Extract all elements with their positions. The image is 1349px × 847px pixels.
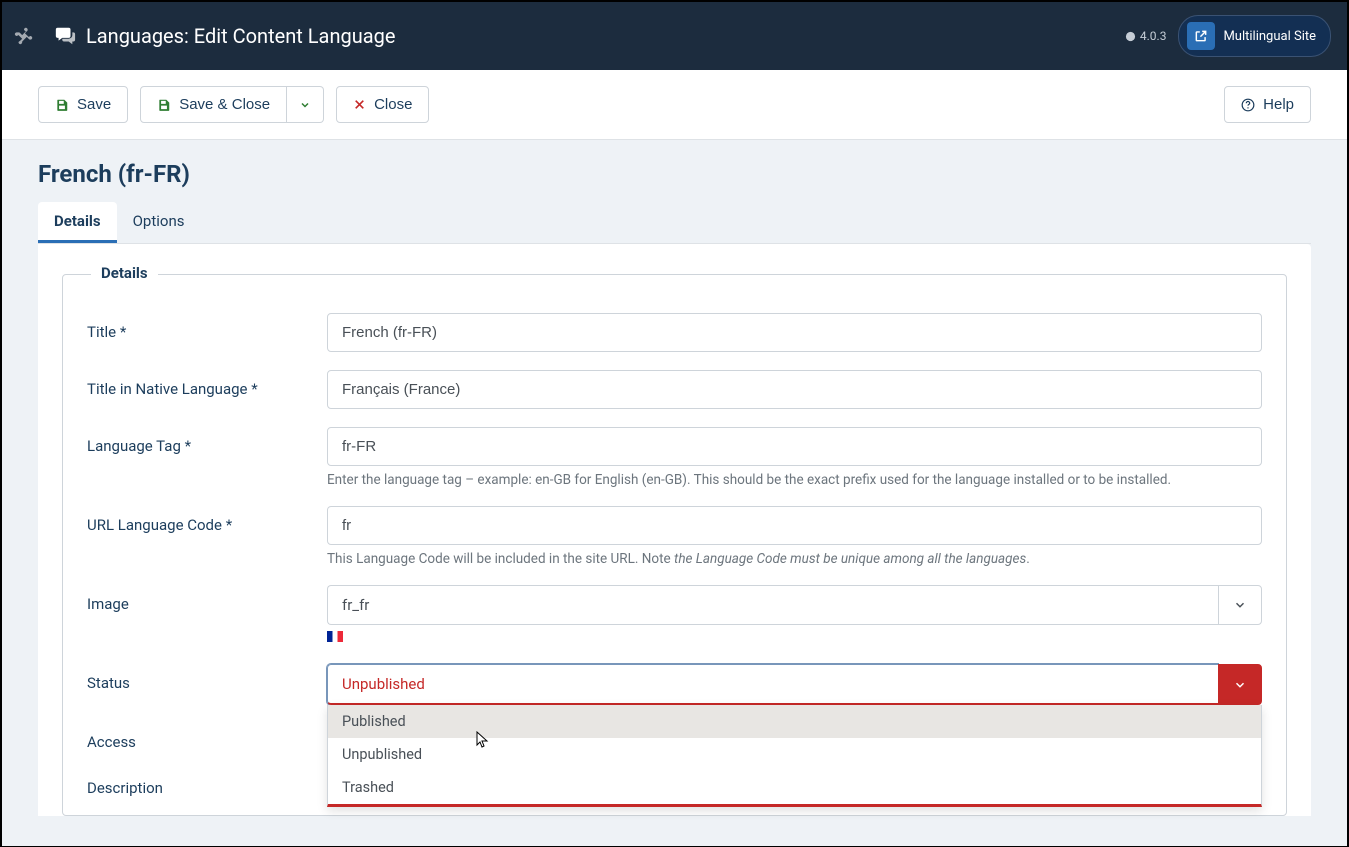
chevron-down-icon xyxy=(1218,664,1262,705)
label-image: Image xyxy=(87,585,327,613)
label-tag: Language Tag * xyxy=(87,427,327,455)
label-description: Description xyxy=(87,769,327,797)
external-link-icon xyxy=(1187,22,1215,50)
save-close-button[interactable]: Save & Close xyxy=(140,86,287,123)
header-title: Languages: Edit Content Language xyxy=(86,24,395,48)
label-title: Title * xyxy=(87,313,327,341)
label-urlcode: URL Language Code * xyxy=(87,506,327,534)
status-option-trashed[interactable]: Trashed xyxy=(328,771,1261,804)
page-title: French (fr-FR) xyxy=(38,160,1311,188)
native-input[interactable] xyxy=(327,370,1262,409)
urlcode-input[interactable] xyxy=(327,506,1262,545)
question-icon xyxy=(1241,98,1255,112)
image-select[interactable]: fr_fr xyxy=(327,585,1262,625)
label-status: Status xyxy=(87,664,327,692)
save-icon xyxy=(157,98,171,112)
close-icon xyxy=(353,98,366,111)
joomla-logo[interactable] xyxy=(2,2,46,70)
app-header: Languages: Edit Content Language 4.0.3 M… xyxy=(2,2,1347,70)
status-dropdown-menu: Published Unpublished Trashed xyxy=(327,705,1262,807)
urlcode-help: This Language Code will be included in t… xyxy=(327,551,1262,567)
tag-help: Enter the language tag – example: en-GB … xyxy=(327,472,1262,488)
label-access: Access xyxy=(87,723,327,751)
toolbar: Save Save & Close Close Help xyxy=(2,70,1347,140)
title-input[interactable] xyxy=(327,313,1262,352)
save-button[interactable]: Save xyxy=(38,86,128,123)
version-badge: 4.0.3 xyxy=(1125,29,1167,43)
status-select[interactable]: Unpublished xyxy=(327,664,1262,705)
flag-icon xyxy=(327,631,343,642)
tab-options[interactable]: Options xyxy=(117,202,201,243)
comments-icon xyxy=(54,25,76,47)
tag-input[interactable] xyxy=(327,427,1262,466)
chevron-down-icon xyxy=(299,99,311,111)
help-button[interactable]: Help xyxy=(1224,86,1311,123)
status-option-unpublished[interactable]: Unpublished xyxy=(328,738,1261,771)
chevron-down-icon xyxy=(1218,585,1262,625)
site-link-button[interactable]: Multilingual Site xyxy=(1178,15,1331,57)
save-close-dropdown[interactable] xyxy=(287,86,324,123)
label-native: Title in Native Language * xyxy=(87,370,327,398)
tab-details[interactable]: Details xyxy=(38,202,117,243)
save-icon xyxy=(55,98,69,112)
close-button[interactable]: Close xyxy=(336,86,429,123)
tab-bar: Details Options xyxy=(38,202,1311,244)
status-option-published[interactable]: Published xyxy=(328,705,1261,738)
fieldset-legend: Details xyxy=(91,264,158,282)
